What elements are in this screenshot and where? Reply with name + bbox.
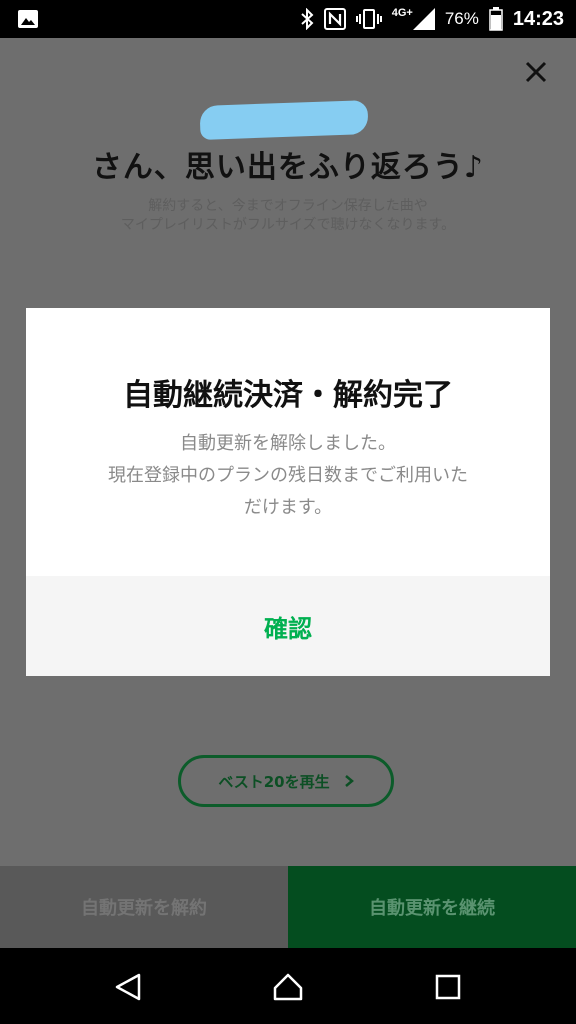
back-icon[interactable] [113, 972, 143, 1002]
play-best20-button[interactable]: ベスト20を再生 [178, 755, 394, 807]
vibrate-icon [355, 9, 382, 29]
page-headline: さん、思い出をふり返ろう♪ [91, 150, 485, 185]
status-bar: 4G+ 76% 14:23 [0, 0, 576, 38]
battery-percent: 76% [444, 9, 479, 28]
redacted-username [199, 100, 369, 140]
dialog-message: 自動更新を解除しました。 現在登録中のプランの残日数までご利用いた だけます。 [66, 428, 510, 524]
nfc-icon [323, 8, 346, 30]
dialog-title: 自動継続決済・解約完了 [123, 378, 453, 413]
dialog-footer: 確認 [26, 576, 550, 676]
confirm-button[interactable]: 確認 [234, 599, 342, 654]
chevron-right-icon [344, 775, 354, 787]
dialog-message-line1: 自動更新を解除しました。 [180, 433, 396, 454]
close-icon[interactable] [524, 60, 548, 84]
home-icon[interactable] [273, 972, 303, 1002]
navigation-bar [0, 948, 576, 1024]
dialog-message-line2: 現在登録中のプランの残日数までご利用いた [108, 465, 468, 486]
cancel-warning-line2: マイプレイリストがフルサイズで聴けなくなります。 [120, 217, 456, 233]
network-label: 4G+ [391, 7, 413, 19]
recents-icon[interactable] [433, 972, 463, 1002]
play-best20-label: ベスト20を再生 [218, 772, 330, 791]
completion-dialog: 自動継続決済・解約完了 自動更新を解除しました。 現在登録中のプランの残日数まで… [26, 308, 550, 676]
clock: 14:23 [512, 7, 564, 30]
cancel-warning: 解約すると、今までオフライン保存した曲や マイプレイリストがフルサイズで聴けなく… [0, 197, 576, 235]
signal-group: 4G+ [391, 7, 435, 30]
status-icons: 4G+ 76% 14:23 [300, 6, 564, 32]
bottom-action-bar: 自動更新を解約 自動更新を継続 [0, 866, 576, 948]
battery-icon [489, 7, 503, 31]
image-icon [18, 10, 38, 28]
signal-icon [412, 8, 435, 30]
continue-auto-renew-button[interactable]: 自動更新を継続 [288, 866, 576, 948]
cancel-warning-line1: 解約すると、今までオフライン保存した曲や [148, 198, 428, 214]
dialog-message-line3: だけます。 [243, 497, 333, 518]
bluetooth-icon [301, 8, 314, 30]
cancel-auto-renew-button[interactable]: 自動更新を解約 [0, 866, 288, 948]
